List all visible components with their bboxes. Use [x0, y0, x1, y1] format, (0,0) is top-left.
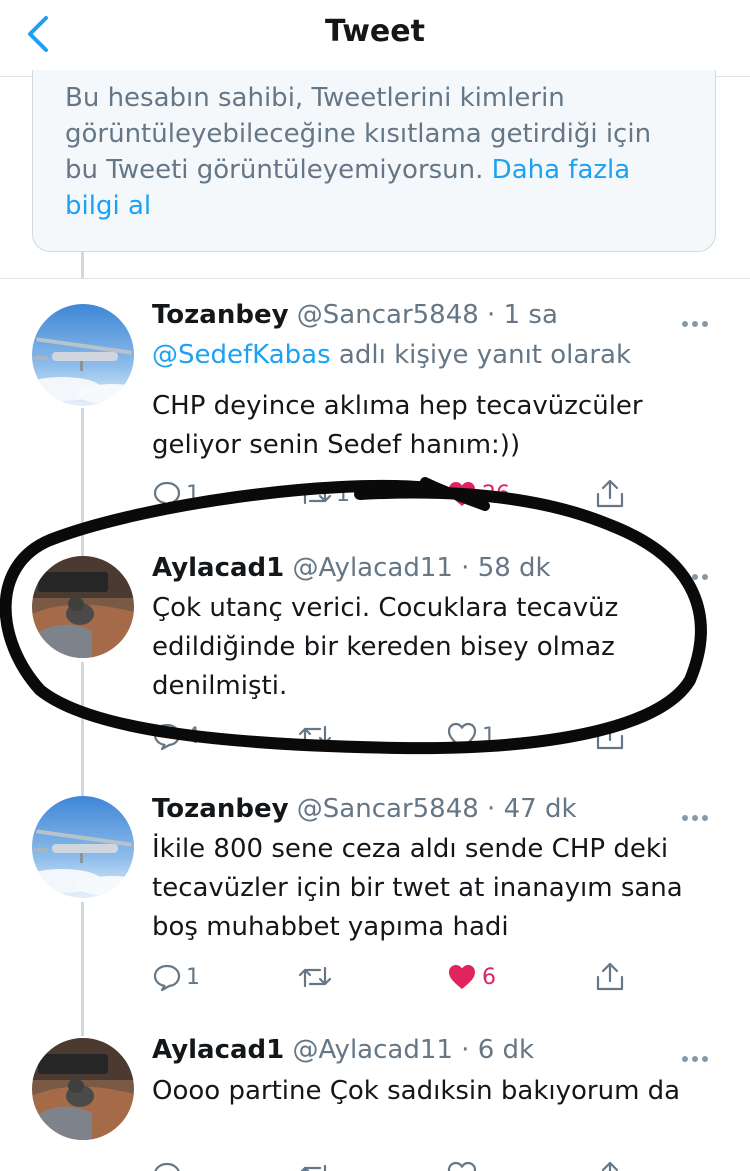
- display-name[interactable]: Aylacad1: [152, 1035, 284, 1065]
- share-icon: [596, 962, 624, 991]
- drone-avatar-image: [32, 304, 134, 406]
- share-icon: [601, 1161, 619, 1171]
- more-options-button[interactable]: [682, 806, 718, 826]
- heart-outline-icon: [447, 1161, 477, 1171]
- thread-line: [81, 662, 84, 800]
- reply-count: 1: [186, 964, 200, 990]
- tweet-text: Oooo partine Çok sadıksin bakıyorum da: [152, 1076, 681, 1106]
- reply-button[interactable]: [152, 1160, 182, 1171]
- replying-to-text: adlı kişiye yanıt olarak: [330, 340, 632, 370]
- thread-line: [81, 252, 84, 278]
- display-name[interactable]: Tozanbey: [152, 794, 289, 824]
- reply-count: 4: [186, 723, 200, 749]
- handle-time: @Sancar5848 · 47 dk: [296, 794, 577, 824]
- share-button[interactable]: [594, 1160, 626, 1171]
- cat-avatar-image: [32, 1038, 134, 1140]
- avatar[interactable]: [32, 304, 134, 406]
- heart-outline-icon: [447, 722, 477, 750]
- page-title: Tweet: [325, 14, 425, 49]
- reply-button[interactable]: 1: [152, 959, 200, 995]
- retweet-button[interactable]: [298, 718, 336, 754]
- comment-icon: [153, 723, 181, 751]
- avatar[interactable]: [32, 556, 134, 658]
- cat-avatar-image: [32, 556, 134, 658]
- heart-filled-icon: [449, 965, 475, 989]
- like-button[interactable]: 26: [446, 476, 510, 512]
- more-options-button[interactable]: [682, 312, 718, 332]
- retweet-icon: [298, 483, 332, 505]
- tweet-text: İkile 800 sene ceza aldı sende CHP deki …: [152, 834, 683, 942]
- retweet-icon: [298, 966, 332, 988]
- tweet-text: CHP deyince aklıma hep tecavüzcüler geli…: [152, 391, 643, 460]
- more-options-button[interactable]: [682, 1047, 718, 1067]
- tweet-text: Çok utanç verici. Cocuklara tecavüz edil…: [152, 593, 619, 701]
- heart-filled-icon: [449, 482, 475, 506]
- retweet-count: 1: [336, 481, 350, 507]
- retweet-icon: [298, 725, 332, 747]
- retweet-button[interactable]: 1: [298, 476, 350, 512]
- avatar[interactable]: [32, 796, 134, 898]
- share-button[interactable]: [594, 718, 626, 754]
- reply-count: 1: [186, 481, 200, 507]
- retweet-button[interactable]: [298, 959, 336, 995]
- share-icon: [596, 479, 624, 508]
- restricted-tweet-notice: Bu hesabın sahibi, Tweetlerini kimlerin …: [32, 70, 716, 252]
- retweet-icon: [300, 1164, 327, 1171]
- handle-time: @Sancar5848 · 1 sa: [296, 300, 558, 330]
- comment-icon: [154, 1162, 180, 1171]
- retweet-button[interactable]: [298, 1160, 332, 1171]
- more-options-button[interactable]: [682, 565, 718, 585]
- like-button[interactable]: 1: [446, 718, 496, 754]
- share-icon: [596, 721, 624, 750]
- reply-button[interactable]: 1: [152, 476, 200, 512]
- replying-to: @SedefKabas adlı kişiye yanıt olarak: [152, 340, 631, 370]
- display-name[interactable]: Aylacad1: [152, 553, 284, 583]
- thread-line: [81, 902, 84, 1036]
- mention-link[interactable]: @SedefKabas: [152, 340, 331, 370]
- like-count: 26: [482, 481, 510, 507]
- tweet-header: Aylacad1 @Aylacad11 · 58 dk: [152, 553, 551, 583]
- share-button[interactable]: [594, 959, 626, 995]
- like-button[interactable]: 6: [446, 959, 496, 995]
- tweet-header: Aylacad1 @Aylacad11 · 6 dk: [152, 1035, 534, 1065]
- top-bar: Tweet: [0, 0, 750, 77]
- like-count: 6: [482, 964, 496, 990]
- display-name[interactable]: Tozanbey: [152, 300, 289, 330]
- like-button[interactable]: [446, 1160, 478, 1171]
- handle-time: @Aylacad11 · 58 dk: [292, 553, 551, 583]
- divider: [0, 278, 750, 279]
- thread-line: [81, 408, 84, 558]
- like-count: 1: [482, 723, 496, 749]
- share-button[interactable]: [594, 476, 626, 512]
- drone-avatar-image: [32, 796, 134, 898]
- comment-icon: [153, 964, 181, 992]
- tweet-header: Tozanbey @Sancar5848 · 1 sa: [152, 300, 558, 330]
- reply-button[interactable]: 4: [152, 718, 200, 754]
- avatar[interactable]: [32, 1038, 134, 1140]
- tweet-header: Tozanbey @Sancar5848 · 47 dk: [152, 794, 577, 824]
- comment-icon: [153, 481, 181, 509]
- handle-time: @Aylacad11 · 6 dk: [292, 1035, 535, 1065]
